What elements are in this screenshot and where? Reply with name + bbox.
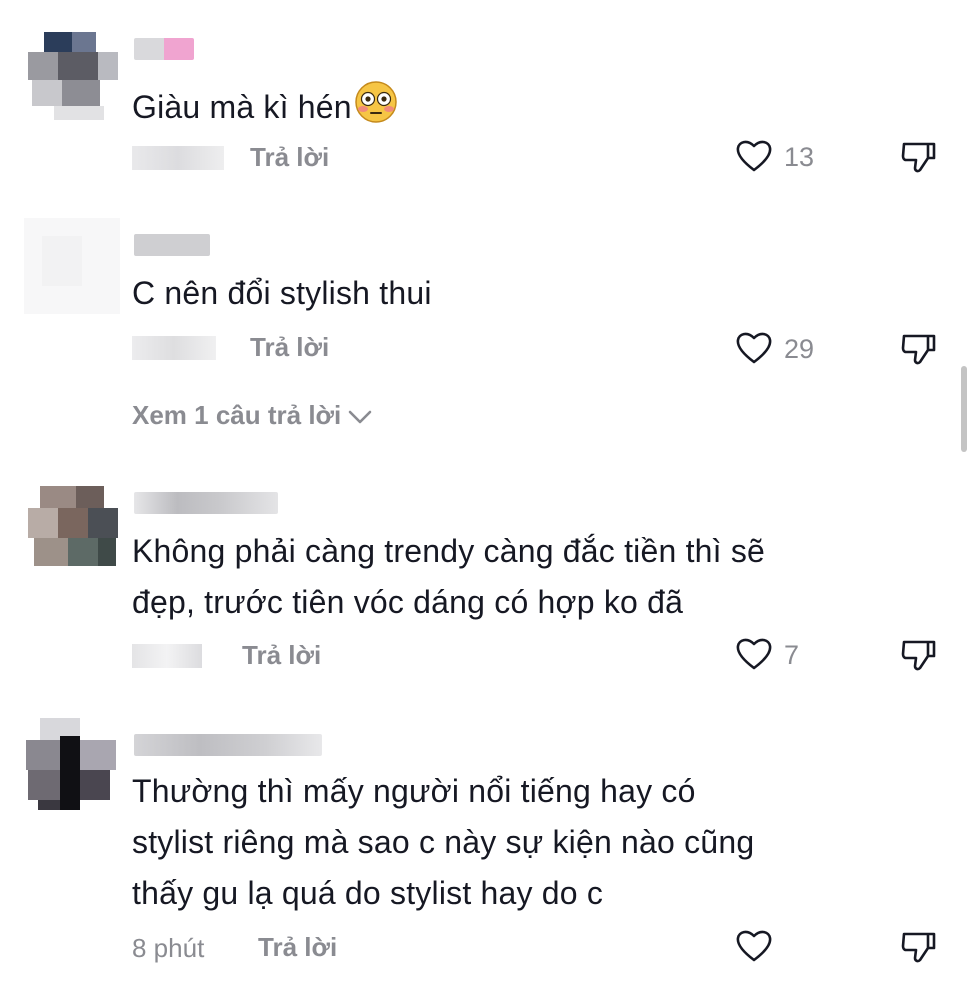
dislike-button[interactable] xyxy=(898,328,942,372)
thumbs-down-icon xyxy=(901,932,936,963)
thumbs-down-icon xyxy=(901,640,936,671)
like-button[interactable] xyxy=(734,926,854,970)
comment-item: Không phải càng trendy càng đắc tiền thì… xyxy=(0,460,977,700)
comment-text-line: Giàu mà kì hén xyxy=(132,89,352,125)
comment-meta: Trả lời xyxy=(132,636,732,676)
heart-outline-icon xyxy=(736,332,772,364)
reply-button[interactable]: Trả lời xyxy=(250,332,329,363)
username-blurred[interactable] xyxy=(134,234,210,256)
comment-text-line: đẹp, trước tiên vóc dáng có hợp ko đã xyxy=(132,584,684,620)
comment-meta: 8 phút Trả lời xyxy=(132,928,732,968)
flushed-face-emoji xyxy=(354,80,398,139)
comment-text: Không phải càng trendy càng đắc tiền thì… xyxy=(132,526,765,628)
reply-button[interactable]: Trả lời xyxy=(258,932,337,963)
thumbs-down-icon xyxy=(901,142,936,173)
like-count: 13 xyxy=(784,142,815,172)
comment-text-line: Thường thì mấy người nổi tiếng hay có xyxy=(132,773,696,809)
comment-item: Giàu mà kì hén Trả lời 13 xyxy=(0,0,977,190)
heart-outline-icon xyxy=(736,930,772,962)
comment-text-line: stylist riêng mà sao c này sự kiện nào c… xyxy=(132,824,755,860)
like-button[interactable]: 7 xyxy=(734,634,854,678)
comment-text: Thường thì mấy người nổi tiếng hay có st… xyxy=(132,766,754,919)
comment-text-line: Không phải càng trendy càng đắc tiền thì… xyxy=(132,533,766,569)
comment-meta: Trả lời xyxy=(132,328,732,368)
timestamp-blurred xyxy=(132,146,224,170)
reply-button[interactable]: Trả lời xyxy=(250,142,329,173)
heart-outline-icon xyxy=(736,140,772,172)
avatar[interactable] xyxy=(24,218,120,314)
avatar[interactable] xyxy=(24,482,120,578)
chevron-down-icon xyxy=(348,410,372,424)
dislike-button[interactable] xyxy=(898,926,942,970)
timestamp-blurred xyxy=(132,644,202,668)
timestamp-blurred xyxy=(132,336,216,360)
like-count: 29 xyxy=(784,334,815,364)
view-replies-button[interactable]: Xem 1 câu trả lời xyxy=(132,400,373,431)
like-button[interactable]: 29 xyxy=(734,328,854,372)
username-blurred[interactable] xyxy=(134,734,322,756)
like-count: 7 xyxy=(784,640,800,670)
avatar[interactable] xyxy=(24,24,120,120)
username-blurred[interactable] xyxy=(134,492,278,514)
comment-text-line: thấy gu lạ quá do stylist hay do c xyxy=(132,875,604,911)
like-button[interactable]: 13 xyxy=(734,136,854,180)
dislike-button[interactable] xyxy=(898,634,942,678)
avatar[interactable] xyxy=(24,714,120,810)
username-blurred[interactable] xyxy=(134,38,194,60)
view-replies-label: Xem 1 câu trả lời xyxy=(132,400,342,430)
dislike-button[interactable] xyxy=(898,136,942,180)
comment-meta: Trả lời xyxy=(132,138,732,178)
timestamp: 8 phút xyxy=(132,933,205,963)
comment-item: Thường thì mấy người nổi tiếng hay có st… xyxy=(0,700,977,1000)
scrollbar[interactable] xyxy=(961,366,967,452)
comment-text: Giàu mà kì hén xyxy=(132,80,398,139)
heart-outline-icon xyxy=(736,638,772,670)
comment-text: C nên đổi stylish thui xyxy=(132,268,432,319)
thumbs-down-icon xyxy=(901,334,936,365)
comment-text-line: C nên đổi stylish thui xyxy=(132,275,432,311)
reply-button[interactable]: Trả lời xyxy=(242,640,321,671)
